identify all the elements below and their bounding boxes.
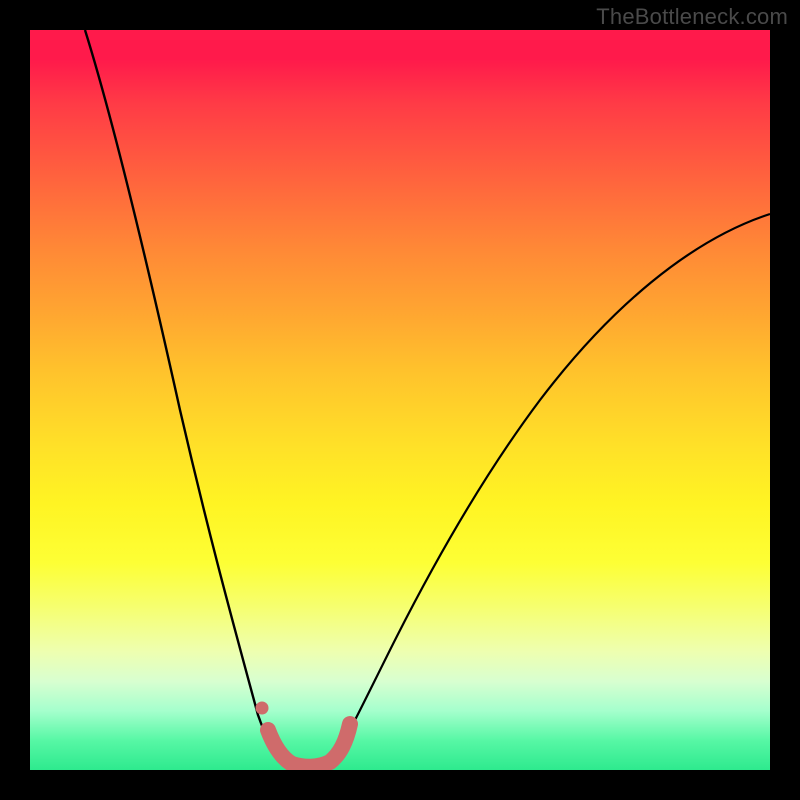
left-curve [85, 30, 284, 764]
watermark-text: TheBottleneck.com [596, 4, 788, 30]
right-curve [330, 214, 770, 764]
curve-layer [30, 30, 770, 770]
chart-frame: TheBottleneck.com [0, 0, 800, 800]
valley-marker [268, 724, 350, 767]
valley-dot [256, 702, 269, 715]
plot-area [30, 30, 770, 770]
